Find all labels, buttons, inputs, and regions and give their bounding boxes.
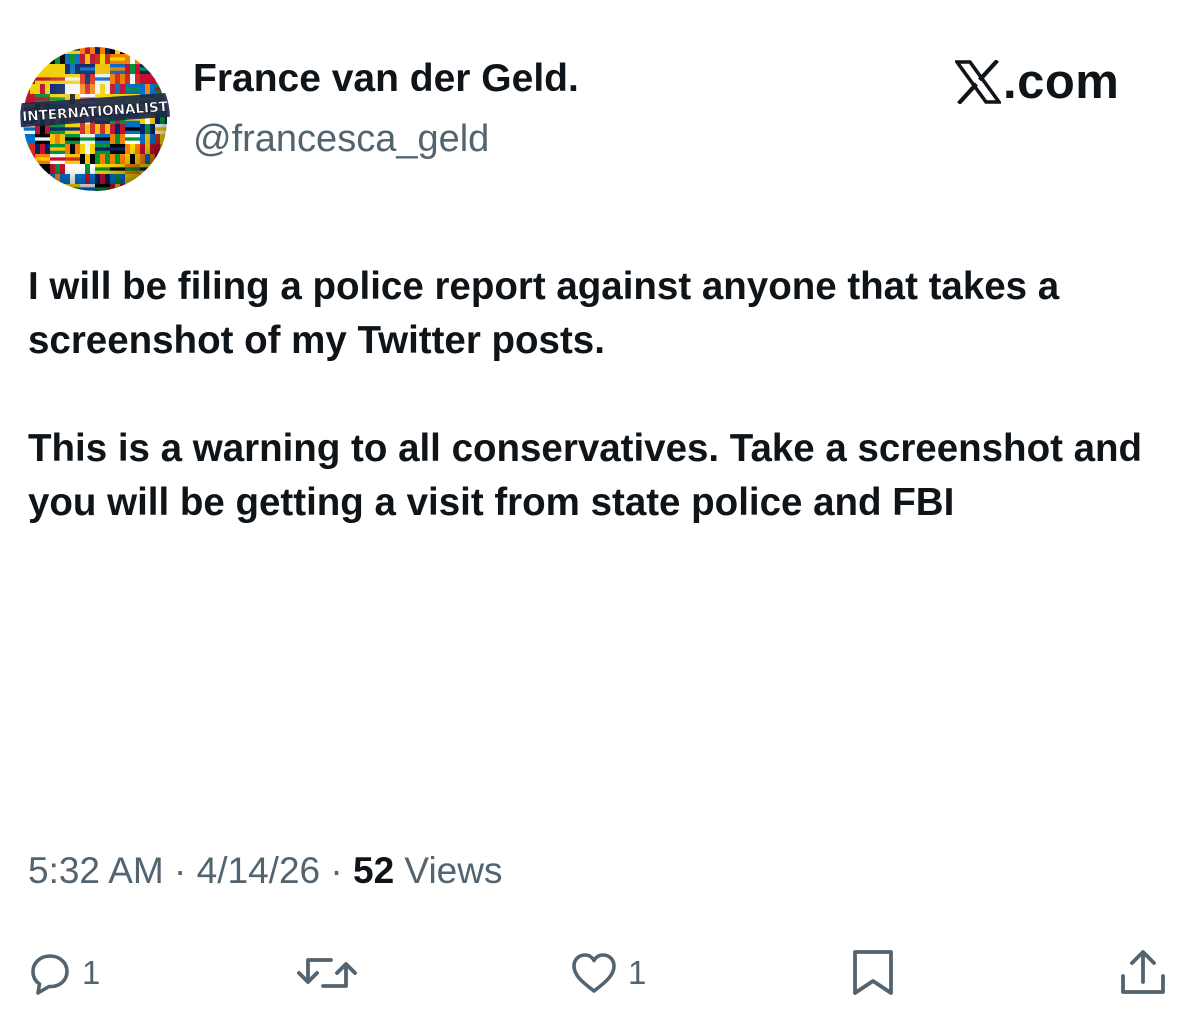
- retweet-icon: [297, 958, 357, 988]
- bookmark-icon: [853, 950, 893, 995]
- tweet-date[interactable]: 4/14/26: [197, 850, 320, 891]
- like-button[interactable]: 1: [570, 948, 646, 998]
- author-handle[interactable]: @francesca_geld: [193, 116, 489, 162]
- heart-icon: [572, 953, 616, 993]
- avatar[interactable]: INTERNATIONALIST: [20, 44, 170, 194]
- like-count: 1: [628, 954, 647, 991]
- meta-separator: ·: [320, 850, 353, 891]
- tweet-paragraph: This is a warning to all conservatives. …: [28, 427, 1143, 524]
- views-count[interactable]: 52: [353, 850, 394, 891]
- reply-icon: [31, 954, 69, 995]
- tweet-text: I will be filing a police report against…: [28, 260, 1178, 530]
- bookmark-button[interactable]: [850, 948, 896, 998]
- reply-count: 1: [82, 954, 101, 991]
- tweet-time[interactable]: 5:32 AM: [28, 850, 164, 891]
- x-logo-icon: [955, 60, 1001, 104]
- author-display-name[interactable]: France van der Geld.: [193, 56, 579, 102]
- share-icon: [1121, 950, 1165, 994]
- tweet-paragraph: I will be filing a police report against…: [28, 265, 1060, 362]
- reply-button[interactable]: 1: [28, 948, 100, 998]
- meta-separator: ·: [163, 850, 197, 891]
- retweet-button[interactable]: [296, 948, 358, 998]
- x-com-logo: .com: [955, 52, 1119, 112]
- views-label[interactable]: Views: [394, 850, 502, 891]
- x-com-suffix: .com: [1003, 55, 1120, 109]
- share-button[interactable]: [1118, 948, 1168, 998]
- tweet-meta: 5:32 AM · 4/14/26 · 52 Views: [28, 846, 502, 896]
- globe-flags-icon: INTERNATIONALIST: [20, 47, 170, 191]
